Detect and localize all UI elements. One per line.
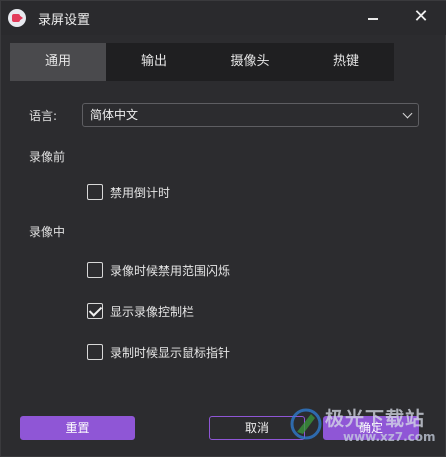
- show-controlbar-label: 显示录像控制栏: [110, 304, 195, 319]
- reset-button[interactable]: 重置: [20, 416, 135, 440]
- screen-recorder-icon: [8, 9, 26, 27]
- tab-output[interactable]: 输出: [106, 43, 202, 81]
- disable-flash-label: 录像时候禁用范围闪烁: [110, 263, 231, 278]
- language-label: 语言:: [29, 109, 58, 123]
- show-cursor-label: 录制时候显示鼠标指针: [110, 345, 231, 360]
- language-value: 简体中文: [90, 108, 139, 122]
- tab-camera[interactable]: 摄像头: [202, 43, 298, 81]
- settings-window: 录屏设置 ✕ 通用 输出 摄像头 热键 语言: 简体中文 录像前 禁用倒计时 录…: [0, 0, 446, 457]
- chevron-down-icon: [402, 108, 413, 119]
- show-controlbar-checkbox[interactable]: [87, 303, 103, 319]
- window-title: 录屏设置: [38, 13, 91, 28]
- title-bar[interactable]: 录屏设置 ✕: [1, 1, 446, 35]
- tab-hotkeys[interactable]: 热键: [298, 43, 394, 81]
- disable-countdown-option[interactable]: 禁用倒计时: [87, 183, 170, 201]
- close-icon: ✕: [413, 6, 429, 27]
- ok-button[interactable]: 确定: [323, 416, 419, 440]
- show-cursor-checkbox[interactable]: [87, 344, 103, 360]
- minimize-icon: [368, 18, 378, 20]
- show-cursor-option[interactable]: 录制时候显示鼠标指针: [87, 343, 230, 361]
- tab-general[interactable]: 通用: [10, 43, 106, 81]
- section-before-recording: 录像前: [29, 150, 66, 164]
- section-during-recording: 录像中: [29, 225, 66, 239]
- close-button[interactable]: ✕: [407, 4, 435, 32]
- show-controlbar-option[interactable]: 显示录像控制栏: [87, 302, 194, 320]
- disable-flash-checkbox[interactable]: [87, 262, 103, 278]
- tab-bar: 通用 输出 摄像头 热键: [10, 43, 394, 81]
- language-select[interactable]: 简体中文: [82, 103, 419, 127]
- minimize-button[interactable]: [359, 4, 387, 32]
- disable-countdown-label: 禁用倒计时: [110, 185, 171, 200]
- cancel-button[interactable]: 取消: [209, 416, 305, 440]
- disable-flash-option[interactable]: 录像时候禁用范围闪烁: [87, 261, 230, 279]
- disable-countdown-checkbox[interactable]: [87, 184, 103, 200]
